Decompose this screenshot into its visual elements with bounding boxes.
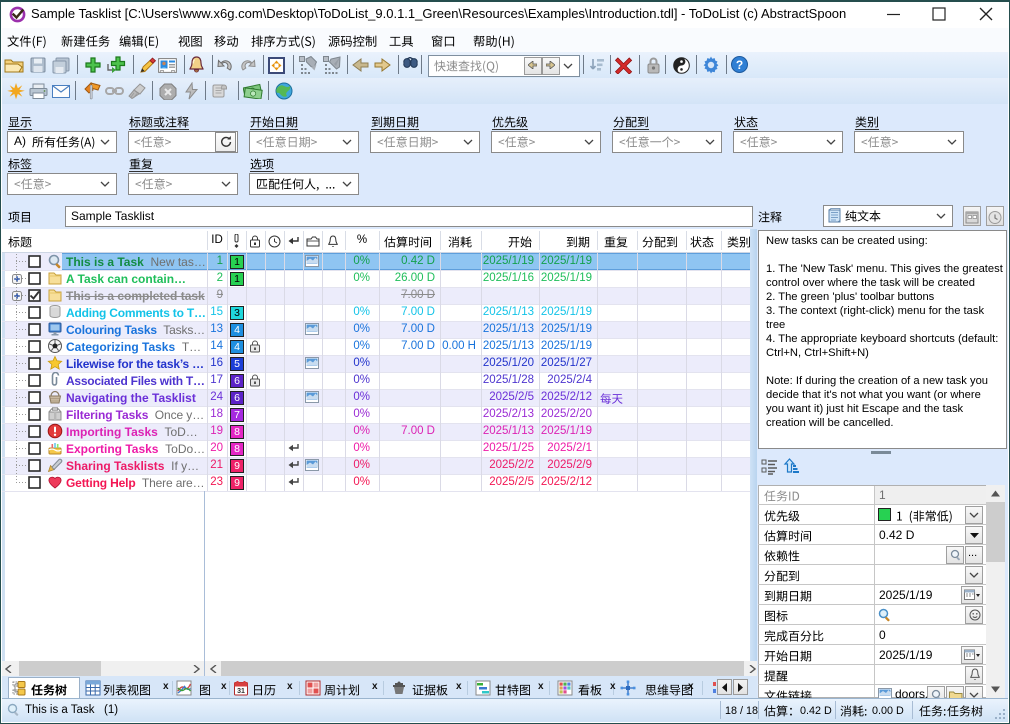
svg-text:31: 31	[237, 688, 245, 695]
svg-text:?: ?	[736, 58, 743, 72]
